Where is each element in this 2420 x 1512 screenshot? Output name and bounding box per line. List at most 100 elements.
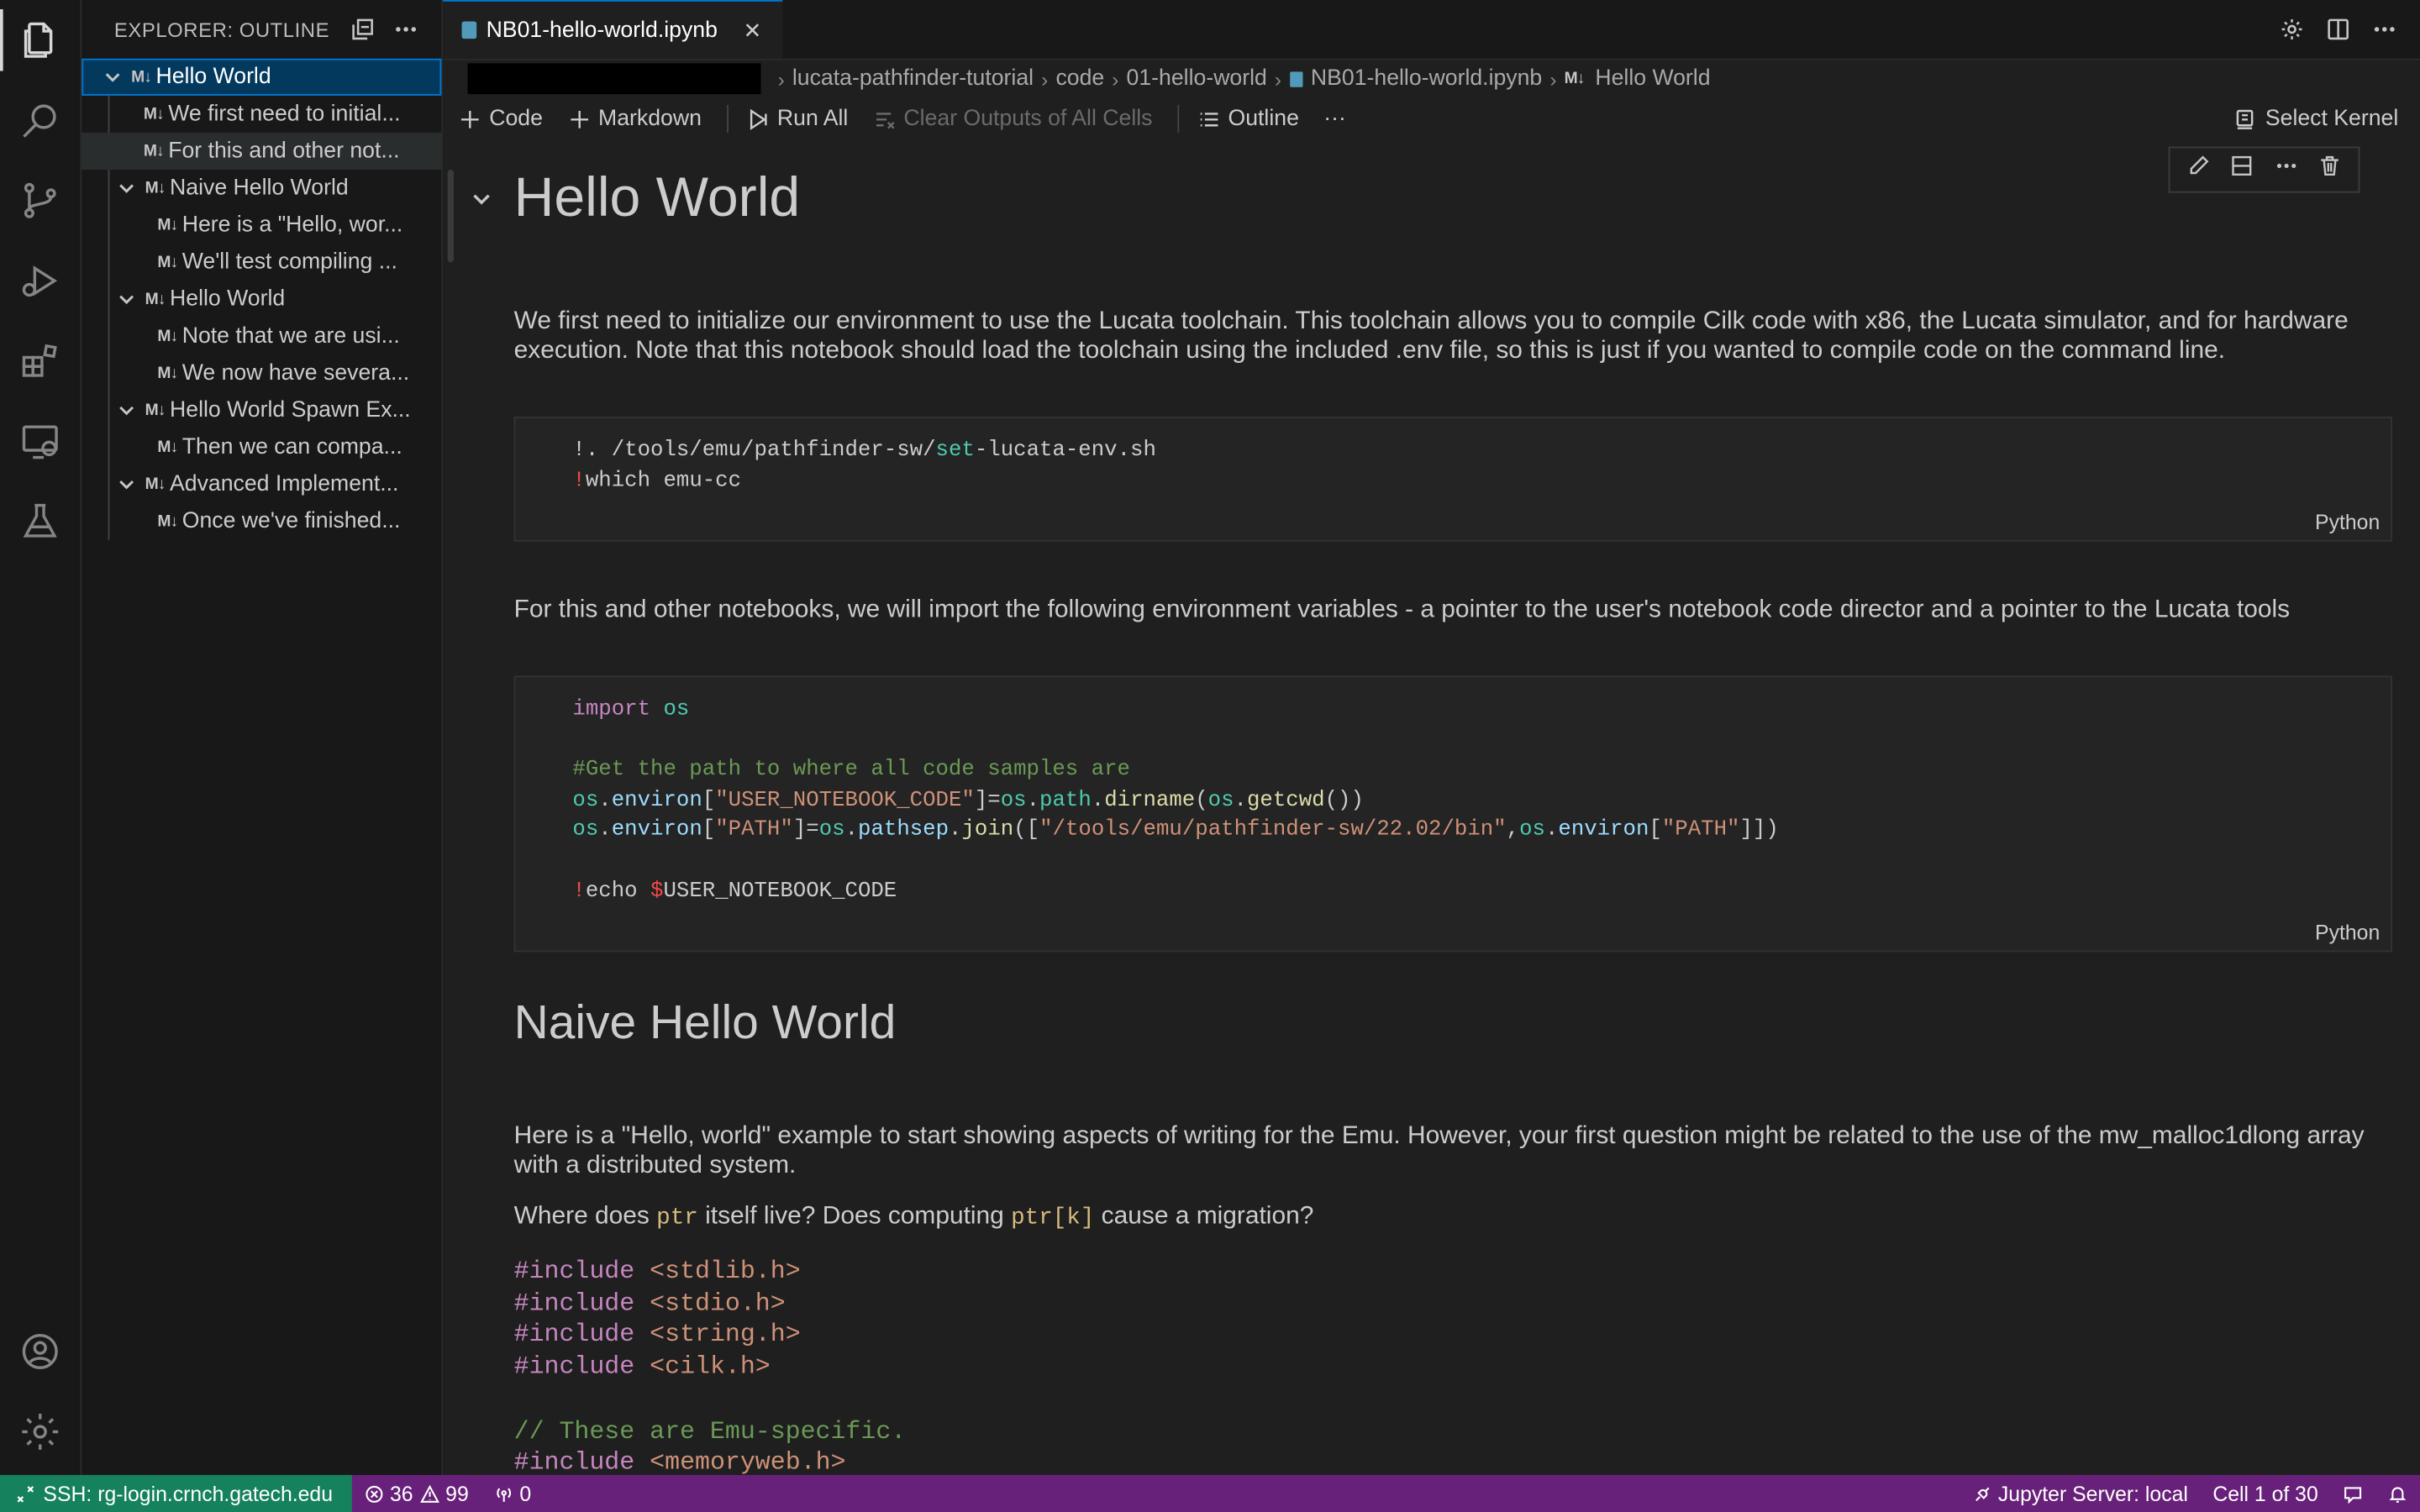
markdown-icon: M↓ xyxy=(157,364,178,383)
more-actions-icon[interactable] xyxy=(389,13,423,46)
chevron-down-icon[interactable] xyxy=(100,65,124,89)
extensions-icon[interactable] xyxy=(0,324,81,398)
account-icon[interactable] xyxy=(0,1315,81,1389)
run-debug-icon[interactable] xyxy=(0,244,81,318)
markdown-icon: M↓ xyxy=(145,401,166,420)
close-icon[interactable] xyxy=(739,16,767,44)
settings-gear-icon[interactable] xyxy=(0,1394,81,1468)
outline-item[interactable]: M↓ We now have severa... xyxy=(82,354,441,391)
chevron-down-icon[interactable] xyxy=(114,398,139,423)
source-control-icon[interactable] xyxy=(0,164,81,238)
outline-item[interactable]: M↓ Once we've finished... xyxy=(82,503,441,540)
cell-position-indicator[interactable]: Cell 1 of 30 xyxy=(2201,1475,2331,1512)
run-all-button[interactable]: Run All xyxy=(746,107,848,131)
outline-item[interactable]: M↓ We first need to initial... xyxy=(82,96,441,133)
button-label: Outline xyxy=(1228,106,1299,132)
outline-item[interactable]: M↓ Then we can compa... xyxy=(82,429,441,466)
jupyter-server-indicator[interactable]: Jupyter Server: local xyxy=(1960,1475,2201,1512)
markdown-cell-paragraph[interactable]: Here is a "Hello, world" example to star… xyxy=(514,1121,2392,1180)
cell-language-label[interactable]: Python xyxy=(2315,511,2380,534)
chevron-down-icon[interactable] xyxy=(114,472,139,496)
notebook-cells: Hello World We first need to initialize … xyxy=(443,139,2420,1475)
outline-item[interactable]: M↓ We'll test compiling ... xyxy=(82,244,441,281)
plus-icon xyxy=(460,110,479,128)
more-toolbar-button[interactable]: ··· xyxy=(1323,107,1346,131)
sidebar-title: EXPLORER: OUTLINE xyxy=(113,18,330,41)
button-label: Markdown xyxy=(598,106,702,132)
ports-count: 0 xyxy=(519,1482,532,1505)
select-kernel-button[interactable]: Select Kernel xyxy=(2233,97,2398,140)
remote-explorer-icon[interactable] xyxy=(0,404,81,478)
run-all-icon xyxy=(750,108,766,130)
markdown-cell-paragraph[interactable]: Where does ptr itself live? Does computi… xyxy=(514,1202,2392,1233)
markdown-icon: M↓ xyxy=(157,327,178,346)
markdown-cell-paragraph[interactable]: For this and other notebooks, we will im… xyxy=(514,596,2392,625)
notebook-file-icon xyxy=(461,21,477,39)
chevron-down-icon[interactable] xyxy=(114,287,139,312)
markdown-icon: M↓ xyxy=(157,438,178,457)
cell-heading-2[interactable]: Naive Hello World xyxy=(514,998,2392,1046)
breadcrumb-item[interactable]: lucata-pathfinder-tutorial xyxy=(792,66,1034,91)
remote-label: SSH: rg-login.crnch.gatech.edu xyxy=(43,1482,334,1505)
chevron-down-icon[interactable] xyxy=(114,176,139,200)
outline-item[interactable]: M↓ For this and other not... xyxy=(82,132,442,171)
markdown-icon: M↓ xyxy=(145,290,166,309)
outline-item-advanced[interactable]: M↓ Advanced Implement... xyxy=(82,466,441,503)
breadcrumb-item[interactable]: code xyxy=(1055,66,1104,91)
outline-item-label: Then we can compa... xyxy=(182,434,402,460)
markdown-code-block[interactable]: #include <stdlib.h> #include <stdio.h> #… xyxy=(514,1256,907,1475)
plus-icon xyxy=(570,110,588,128)
inline-code: ptr[k] xyxy=(1011,1205,1095,1231)
error-count: 36 xyxy=(389,1482,413,1505)
outline-item-hello-world-2[interactable]: M↓ Hello World xyxy=(82,281,441,318)
split-editor-icon[interactable] xyxy=(2321,13,2354,46)
markdown-icon: M↓ xyxy=(157,512,178,531)
explorer-icon[interactable] xyxy=(0,3,81,77)
add-markdown-cell-button[interactable]: Markdown xyxy=(567,107,702,131)
chevron-down-icon[interactable] xyxy=(471,188,492,218)
feedback-indicator[interactable] xyxy=(2330,1475,2375,1512)
code-editor[interactable]: import os #Get the path to where all cod… xyxy=(515,677,2391,907)
error-icon xyxy=(365,1484,382,1502)
activity-bar xyxy=(0,0,82,1475)
code-editor[interactable]: !. /tools/emu/pathfinder-sw/set-lucata-e… xyxy=(515,418,2391,497)
outline-item-hello-world[interactable]: M↓ Hello World xyxy=(82,58,442,96)
outline-item-label: Hello World Spawn Ex... xyxy=(170,397,411,423)
sidebar-outline: EXPLORER: OUTLINE M↓ Hello World M↓ We f… xyxy=(82,0,444,1475)
tab-nb01-hello-world[interactable]: NB01-hello-world.ipynb xyxy=(443,0,783,59)
chevron-right-icon: › xyxy=(1549,66,1557,91)
outline-item[interactable]: M↓ Here is a "Hello, wor... xyxy=(82,207,441,244)
notifications-indicator[interactable] xyxy=(2375,1475,2420,1512)
cell-language-label[interactable]: Python xyxy=(2315,921,2380,945)
ports-indicator[interactable]: 0 xyxy=(481,1475,543,1512)
notebook-editor: NB01-hello-world.ipynb › lucata-pathfind… xyxy=(443,0,2420,1475)
outline-item[interactable]: M↓ Note that we are usi... xyxy=(82,318,441,354)
search-icon[interactable] xyxy=(0,83,81,157)
remote-indicator[interactable]: SSH: rg-login.crnch.gatech.edu xyxy=(0,1474,352,1512)
button-label: Clear Outputs of All Cells xyxy=(903,106,1153,132)
outline-button[interactable]: Outline xyxy=(1197,107,1299,131)
outline-item-label: Naive Hello World xyxy=(170,176,349,201)
code-cell-1[interactable]: !. /tools/emu/pathfinder-sw/set-lucata-e… xyxy=(513,416,2392,542)
toolbar-divider xyxy=(1176,104,1179,133)
outline-item-spawn-example[interactable]: M↓ Hello World Spawn Ex... xyxy=(82,392,441,429)
markdown-icon: M↓ xyxy=(157,253,178,272)
breadcrumb-item[interactable]: 01-hello-world xyxy=(1127,66,1267,91)
markdown-cell-paragraph[interactable]: We first need to initialize our environm… xyxy=(514,307,2392,366)
markdown-icon: M↓ xyxy=(157,216,178,235)
gear-icon[interactable] xyxy=(2275,13,2308,46)
cell-heading-1[interactable]: Hello World xyxy=(514,169,2392,224)
outline-item-naive-hello-world[interactable]: M↓ Naive Hello World xyxy=(82,170,441,207)
breadcrumb: › lucata-pathfinder-tutorial › code › 01… xyxy=(443,60,2420,97)
code-cell-2[interactable]: import os #Get the path to where all cod… xyxy=(513,675,2392,953)
testing-icon[interactable] xyxy=(0,485,81,559)
sidebar-header: EXPLORER: OUTLINE xyxy=(82,0,441,59)
clear-outputs-button[interactable]: Clear Outputs of All Cells xyxy=(873,106,1153,132)
feedback-icon xyxy=(2344,1486,2362,1504)
add-code-cell-button[interactable]: Code xyxy=(459,107,543,131)
breadcrumb-item-file[interactable]: NB01-hello-world.ipynb xyxy=(1289,66,1542,91)
collapse-all-icon[interactable] xyxy=(345,13,379,46)
more-actions-icon[interactable] xyxy=(2368,13,2402,46)
problems-indicator[interactable]: 36 99 xyxy=(351,1475,481,1512)
breadcrumb-item-heading[interactable]: M↓ Hello World xyxy=(1565,66,1711,91)
